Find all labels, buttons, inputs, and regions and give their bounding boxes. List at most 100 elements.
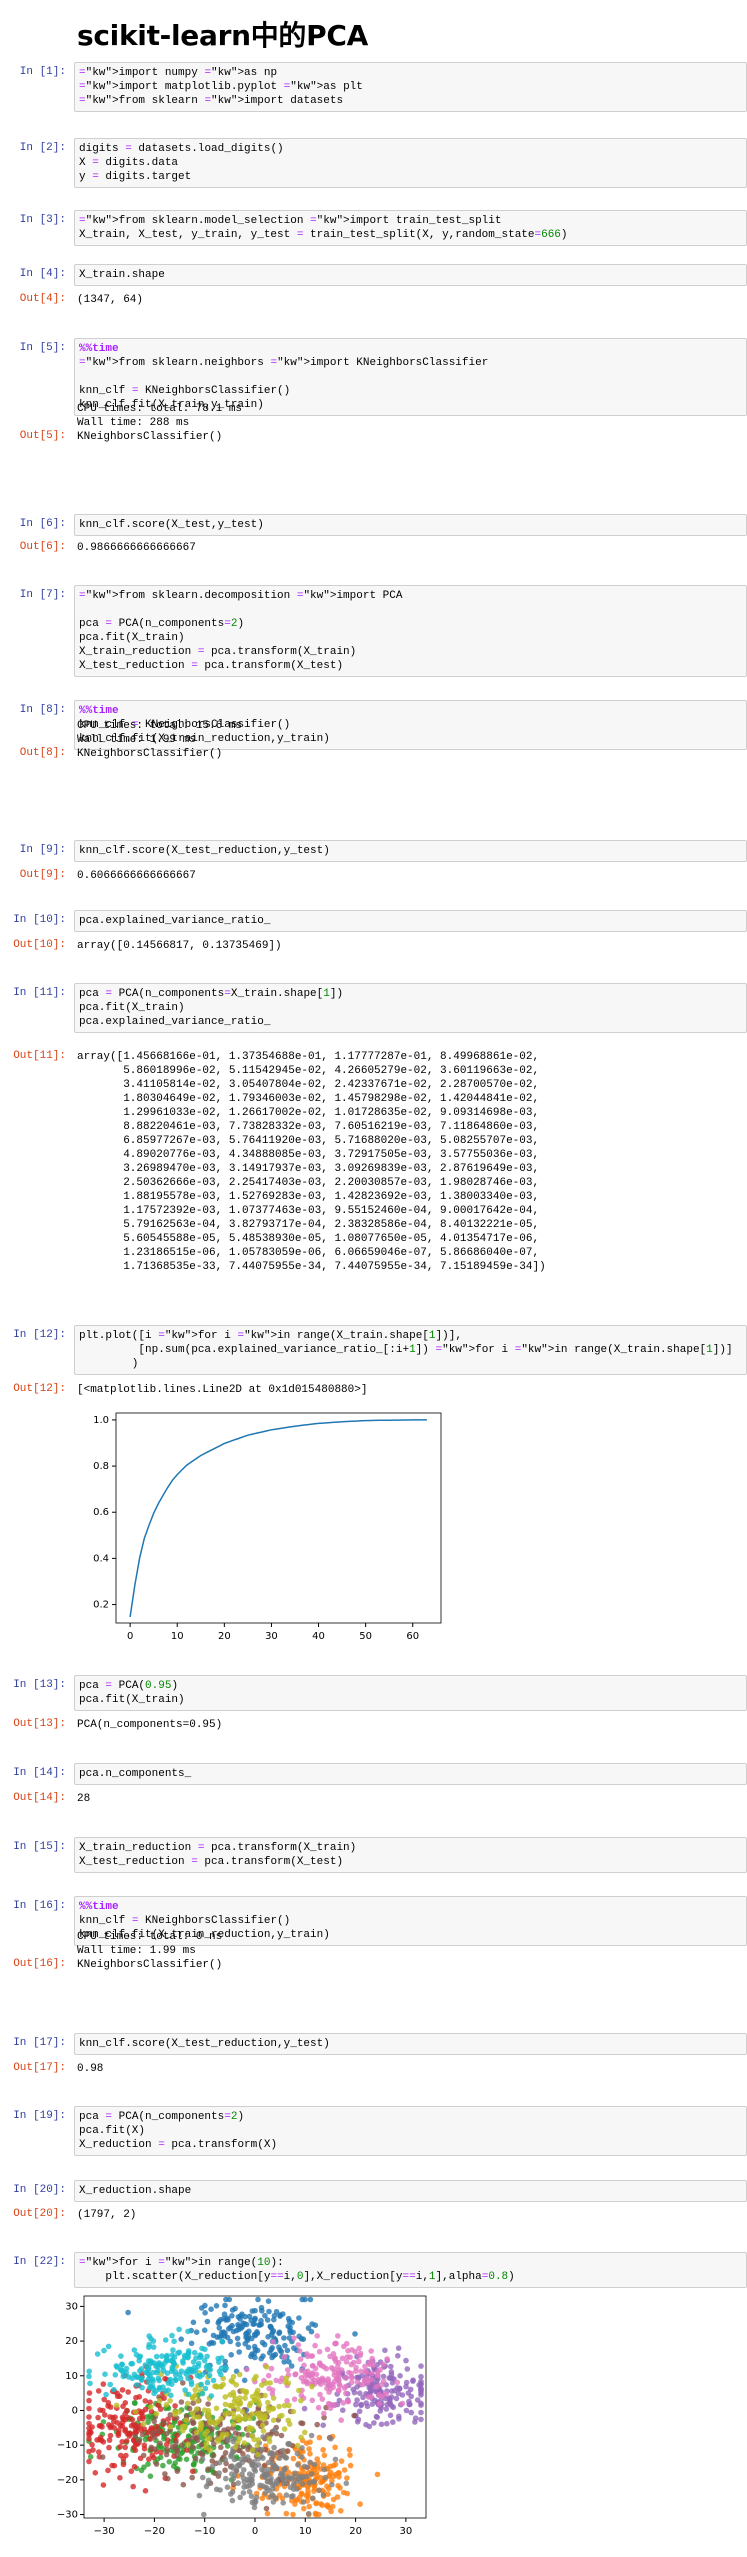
scatter-point (136, 2415, 143, 2422)
code-line: ="kw">for i ="kw">in range(10): (79, 2257, 284, 2269)
scatter-point (271, 2444, 277, 2451)
scatter-point (299, 2454, 305, 2460)
scatter-point (267, 2450, 273, 2457)
scatter-point (312, 2365, 319, 2372)
code-cell[interactable]: digits = datasets.load_digits() X = digit… (74, 138, 747, 188)
scatter-point (204, 2379, 211, 2386)
output-line: 2.50362666e-03, 2.25417403e-03, 2.200308… (77, 1177, 540, 1189)
code-line: %%time (79, 705, 119, 717)
scatter-point (395, 2345, 402, 2351)
code-cell[interactable]: ="kw">for i ="kw">in range(10): plt.scat… (74, 2252, 747, 2288)
scatter-point (334, 2494, 341, 2500)
scatter-point (313, 2500, 320, 2506)
scatter-point (380, 2362, 387, 2368)
scatter-point (270, 2486, 276, 2492)
scatter-point (174, 2448, 180, 2454)
code-cell[interactable]: ="kw">from sklearn.model_selection ="kw"… (74, 210, 747, 246)
code-cell[interactable]: ="kw">import numpy ="kw">as np ="kw">impo… (74, 62, 747, 112)
code-cell[interactable]: knn_clf.score(X_test_reduction,y_test) (74, 840, 747, 862)
scatter-point (156, 2397, 163, 2404)
scatter-point (255, 2296, 261, 2303)
code-cell[interactable]: ="kw">from sklearn.decomposition ="kw">i… (74, 585, 747, 677)
scatter-point (269, 2329, 276, 2336)
scatter-point (180, 2360, 186, 2366)
input-prompt: In [20]: (13, 2184, 66, 2196)
scatter-point (224, 2484, 231, 2490)
scatter-point (201, 2511, 207, 2518)
code-cell[interactable]: X_train_reduction = pca.transform(X_trai… (74, 1837, 747, 1873)
code-cell[interactable]: knn_clf.score(X_test_reduction,y_test) (74, 2033, 747, 2055)
scatter-point (396, 2385, 403, 2391)
scatter-point (133, 2394, 139, 2401)
code-line: pca.fit(X_train) (79, 632, 185, 644)
scatter-point (86, 2390, 93, 2396)
scatter-point (376, 2392, 382, 2398)
scatter-point (129, 2375, 136, 2382)
scatter-point (174, 2432, 180, 2439)
scatter-point (150, 2338, 157, 2344)
code-line: X_train_reduction = pca.transform(X_trai… (79, 1842, 357, 1854)
scatter-point (282, 2455, 289, 2461)
scatter-point (369, 2401, 376, 2407)
scatter-point (280, 2500, 286, 2506)
code-cell[interactable]: pca.n_components_ (74, 1763, 747, 1785)
scatter-point (229, 2313, 235, 2319)
scatter-point (153, 2353, 160, 2360)
scatter-point (295, 2342, 302, 2348)
code-cell[interactable]: knn_clf.score(X_test,y_test) (74, 514, 747, 536)
scatter-point (364, 2376, 370, 2382)
scatter-point (280, 2475, 286, 2482)
scatter-point (347, 2462, 354, 2469)
y-tick-label: −10 (57, 2440, 78, 2451)
code-cell[interactable]: pca = PCA(n_components=X_train.shape[1])… (74, 983, 747, 1033)
scatter-point (222, 2456, 229, 2463)
code-cell[interactable]: X_train.shape (74, 264, 747, 286)
code-line: X_train, X_test, y_train, y_test = train… (79, 229, 568, 241)
scatter-point (308, 2432, 315, 2439)
scatter-point (232, 2305, 238, 2312)
code-cell[interactable]: pca.explained_variance_ratio_ (74, 910, 747, 932)
scatter-point (139, 2409, 146, 2415)
scatter-point (119, 2361, 125, 2368)
scatter-point (182, 2387, 188, 2393)
stream-line: Wall time: 288 ms (77, 417, 190, 429)
scatter-point (222, 2467, 228, 2473)
code-cell[interactable]: X_reduction.shape (74, 2180, 747, 2202)
y-tick-label: −20 (57, 2475, 78, 2486)
cell-output: 0.6066666666666667 (77, 869, 747, 883)
scatter-point (225, 2437, 232, 2444)
scatter-point (282, 2379, 289, 2385)
scatter-point (105, 2399, 112, 2406)
scatter-point (216, 2459, 223, 2466)
scatter-point (296, 2387, 302, 2394)
scatter-point (251, 2321, 257, 2327)
code-cell[interactable]: pca = PCA(n_components=2) pca.fit(X) X_red… (74, 2106, 747, 2156)
scatter-point (101, 2347, 107, 2354)
scatter-point (260, 2428, 267, 2434)
scatter-point (266, 2438, 273, 2445)
x-tick-label: −30 (94, 2526, 115, 2537)
scatter-point (156, 2360, 162, 2366)
scatter-point (284, 2347, 291, 2354)
scatter-point (270, 2395, 277, 2401)
scatter-point (190, 2410, 196, 2417)
scatter-point (136, 2438, 142, 2444)
scatter-point (335, 2333, 341, 2339)
scatter-point (236, 2323, 242, 2330)
scatter-point (208, 2393, 215, 2399)
scatter-point (223, 2365, 229, 2371)
scatter-point (403, 2357, 409, 2364)
scatter-point (235, 2439, 241, 2446)
scatter-point (216, 2470, 222, 2476)
scatter-point (418, 2363, 424, 2369)
scatter-point (113, 2402, 120, 2409)
output-line: 6.85977267e-03, 5.76411920e-03, 5.716880… (77, 1135, 540, 1147)
output-line: KNeighborsClassifier() (77, 748, 223, 760)
scatter-point (163, 2357, 170, 2363)
scatter-point (333, 2359, 339, 2365)
scatter-point (268, 2365, 275, 2372)
code-cell[interactable]: pca = PCA(0.95) pca.fit(X_train) (74, 1675, 747, 1711)
code-cell[interactable]: plt.plot([i ="kw">for i ="kw">in range(X… (74, 1325, 747, 1375)
code-line: knn_clf.score(X_test_reduction,y_test) (79, 845, 330, 857)
